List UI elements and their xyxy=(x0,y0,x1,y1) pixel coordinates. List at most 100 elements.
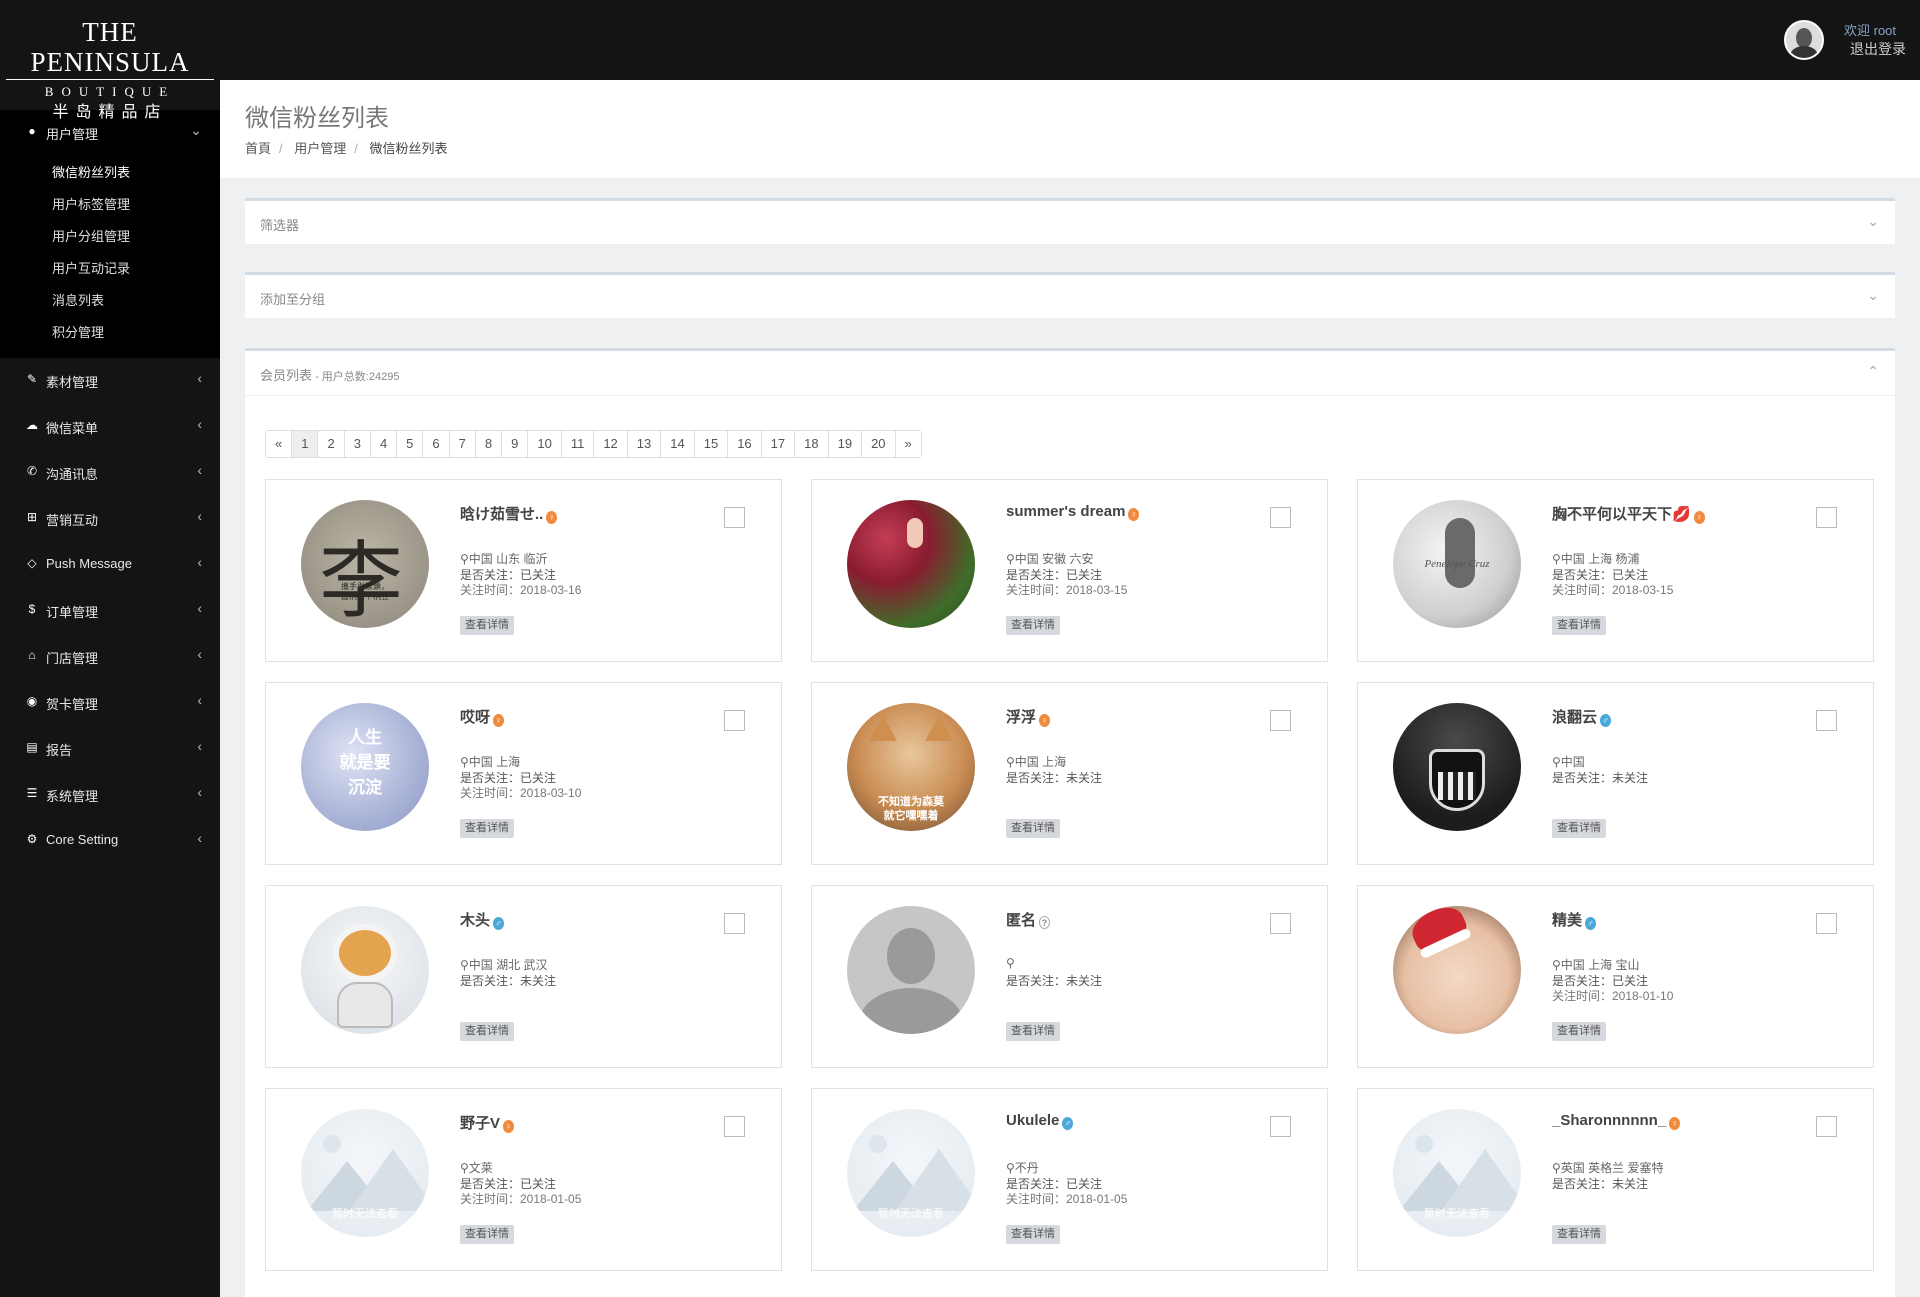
page-link[interactable]: 20 xyxy=(861,431,895,457)
page-link[interactable]: 2 xyxy=(317,431,344,457)
sidebar-item-label: 用户管理 xyxy=(46,127,99,142)
sidebar-subitem[interactable]: 微信粉丝列表 xyxy=(52,162,130,181)
select-checkbox[interactable] xyxy=(724,710,745,731)
view-detail-button[interactable]: 查看详情 xyxy=(1552,819,1606,838)
sidebar-item[interactable]: ✆ 沟通讯息 ‹ xyxy=(0,452,220,492)
fan-avatar[interactable]: 暂时无法查看 xyxy=(1393,1109,1521,1237)
fan-avatar[interactable]: Penelope Cruz xyxy=(1393,500,1521,628)
sidebar-item[interactable]: ⚙ Core Setting ‹ xyxy=(0,820,220,860)
fan-card: 人生 就是要 沉淀 哎呀 ♀ ⚲中国 上海 是否关注：已关注 关注时间：2018-03-1… xyxy=(265,682,782,865)
page-link[interactable]: « xyxy=(266,431,292,457)
view-detail-button[interactable]: 查看详情 xyxy=(460,616,514,635)
map-marker-icon: ⚲ xyxy=(460,958,469,972)
view-detail-button[interactable]: 查看详情 xyxy=(460,1225,514,1244)
page-link[interactable]: 10 xyxy=(527,431,561,457)
fan-avatar[interactable]: 暂时无法查看 xyxy=(847,1109,975,1237)
chevron-up-icon[interactable]: ⌃ xyxy=(1867,363,1879,380)
fan-avatar[interactable]: 人生 就是要 沉淀 xyxy=(301,703,429,831)
sidebar-item[interactable]: ☰ 系统管理 ‹ xyxy=(0,774,220,814)
page-link[interactable]: 13 xyxy=(626,431,661,457)
chevron-down-icon: ⌄ xyxy=(190,122,202,138)
tag-icon: ✎ xyxy=(26,372,38,386)
chevron-down-icon[interactable]: ⌄ xyxy=(1867,213,1879,230)
fan-location: ⚲中国 上海 xyxy=(460,753,520,770)
fan-avatar[interactable]: 不知道为森莫 就它嘿嘿着 xyxy=(847,703,975,831)
view-detail-button[interactable]: 查看详情 xyxy=(1552,1022,1606,1041)
sidebar-item[interactable]: ◉ 贺卡管理 ‹ xyxy=(0,682,220,722)
fan-avatar[interactable] xyxy=(847,500,975,628)
fan-avatar[interactable] xyxy=(847,906,975,1034)
fan-subscribe-status: 是否关注：未关注 xyxy=(460,974,557,988)
page-link[interactable]: 15 xyxy=(693,431,728,457)
select-checkbox[interactable] xyxy=(724,913,745,934)
page-link[interactable]: » xyxy=(894,431,921,457)
breadcrumb-user-management[interactable]: 用户管理 xyxy=(294,141,346,156)
select-checkbox[interactable] xyxy=(1270,1116,1291,1137)
fan-subscribe-time: 关注时间：2018-03-15 xyxy=(1552,583,1674,597)
page-link[interactable]: 12 xyxy=(593,431,627,457)
view-detail-button[interactable]: 查看详情 xyxy=(1552,1225,1606,1244)
fan-avatar[interactable]: 暂时无法查看 xyxy=(301,1109,429,1237)
select-checkbox[interactable] xyxy=(1816,913,1837,934)
sidebar-item[interactable]: ⌂ 门店管理 ‹ xyxy=(0,636,220,676)
filter-panel[interactable]: 筛选器 ⌄ xyxy=(245,198,1895,244)
view-detail-button[interactable]: 查看详情 xyxy=(460,1022,514,1041)
page-link[interactable]: 14 xyxy=(660,431,694,457)
select-checkbox[interactable] xyxy=(1816,507,1837,528)
fan-avatar[interactable] xyxy=(1393,703,1521,831)
fan-avatar[interactable] xyxy=(1393,906,1521,1034)
view-detail-button[interactable]: 查看详情 xyxy=(1006,1225,1060,1244)
view-detail-button[interactable]: 查看详情 xyxy=(1006,819,1060,838)
select-checkbox[interactable] xyxy=(1816,710,1837,731)
page-link[interactable]: 6 xyxy=(422,431,449,457)
view-detail-button[interactable]: 查看详情 xyxy=(460,819,514,838)
page-link[interactable]: 1 xyxy=(291,431,318,457)
page-link[interactable]: 5 xyxy=(396,431,423,457)
page-link[interactable]: 11 xyxy=(560,431,594,457)
page-link[interactable]: 19 xyxy=(827,431,862,457)
page-link[interactable]: 4 xyxy=(369,431,397,457)
select-checkbox[interactable] xyxy=(1270,710,1291,731)
fan-card: 精美 ♂ ⚲中国 上海 宝山 是否关注：已关注 关注时间：2018-01-10 查看详情 xyxy=(1357,885,1874,1068)
chevron-left-icon: ‹ xyxy=(197,416,202,432)
sidebar-subitem[interactable]: 用户互动记录 xyxy=(52,258,130,277)
chevron-down-icon[interactable]: ⌄ xyxy=(1867,287,1879,304)
select-checkbox[interactable] xyxy=(1270,913,1291,934)
view-detail-button[interactable]: 查看详情 xyxy=(1006,616,1060,635)
sidebar-item[interactable]: ✎ 素材管理 ‹ xyxy=(0,360,220,400)
page-link[interactable]: 16 xyxy=(727,431,761,457)
sidebar-item[interactable]: ☁ 微信菜单 ‹ xyxy=(0,406,220,446)
page-link[interactable]: 17 xyxy=(760,431,795,457)
fan-location: ⚲中国 上海 杨浦 xyxy=(1552,550,1639,567)
page-link[interactable]: 3 xyxy=(343,431,370,457)
breadcrumb-home[interactable]: 首頁 xyxy=(245,141,271,156)
select-checkbox[interactable] xyxy=(1270,507,1291,528)
sidebar-subitem[interactable]: 消息列表 xyxy=(52,290,104,309)
sidebar-item[interactable]: ⊞ 营销互动 ‹ xyxy=(0,498,220,538)
fan-avatar[interactable]: 李攜手與緊鎖， 握柄树下柄豆 xyxy=(301,500,429,628)
sidebar-subitem[interactable]: 积分管理 xyxy=(52,322,104,341)
select-checkbox[interactable] xyxy=(724,1116,745,1137)
add-group-panel[interactable]: 添加至分组 ⌄ xyxy=(245,272,1895,318)
view-detail-button[interactable]: 查看详情 xyxy=(1006,1022,1060,1041)
sidebar-item[interactable]: ▤ 报告 ‹ xyxy=(0,728,220,768)
page-link[interactable]: 18 xyxy=(794,431,828,457)
page-link[interactable]: 7 xyxy=(448,431,475,457)
page-link[interactable]: 8 xyxy=(474,431,502,457)
logout-link[interactable]: 退出登录 xyxy=(1850,39,1906,59)
fan-location-text: 中国 上海 xyxy=(1014,755,1067,769)
view-detail-button[interactable]: 查看详情 xyxy=(1552,616,1606,635)
sidebar-subitem[interactable]: 用户分组管理 xyxy=(52,226,130,245)
sidebar-item[interactable]: ◇ Push Message ‹ xyxy=(0,544,220,584)
select-checkbox[interactable] xyxy=(1816,1116,1837,1137)
user-avatar[interactable] xyxy=(1784,20,1824,60)
sidebar-subitem[interactable]: 用户标签管理 xyxy=(52,194,130,213)
sidebar-item[interactable]: $ 订单管理 ‹ xyxy=(0,590,220,630)
page-link[interactable]: 9 xyxy=(501,431,528,457)
brand-logo[interactable]: THE PENINSULA BOUTIQUE 半岛精品店 xyxy=(0,0,220,121)
select-checkbox[interactable] xyxy=(724,507,745,528)
fan-avatar[interactable] xyxy=(301,906,429,1034)
user-welcome[interactable]: 欢迎 root xyxy=(1844,20,1896,39)
fan-location-text: 中国 山东 临沂 xyxy=(468,552,548,566)
fan-name: 哎呀 ♀ xyxy=(460,706,505,727)
